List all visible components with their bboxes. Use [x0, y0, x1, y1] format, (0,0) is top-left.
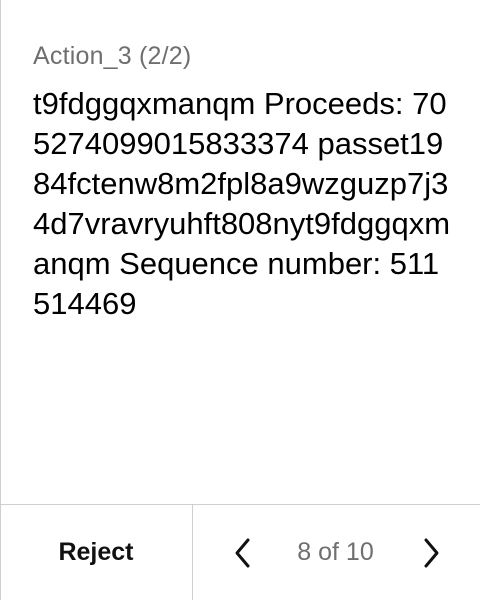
- reject-button[interactable]: Reject: [0, 505, 192, 600]
- next-page-button[interactable]: [411, 533, 451, 573]
- footer-bar: Reject 8 of 10: [0, 504, 480, 600]
- action-message: t9fdggqxmanqm Proceeds: 7052740990158333…: [33, 86, 451, 321]
- previous-page-button[interactable]: [223, 533, 263, 573]
- chevron-left-icon: [235, 538, 250, 568]
- page-indicator: 8 of 10: [297, 538, 374, 566]
- action-panel: Action_3 (2/2) t9fdggqxmanqm Proceeds: 7…: [33, 40, 463, 324]
- action-title: Action_3 (2/2): [33, 42, 192, 70]
- pagination-control: 8 of 10: [193, 505, 480, 600]
- chevron-right-icon: [424, 538, 439, 568]
